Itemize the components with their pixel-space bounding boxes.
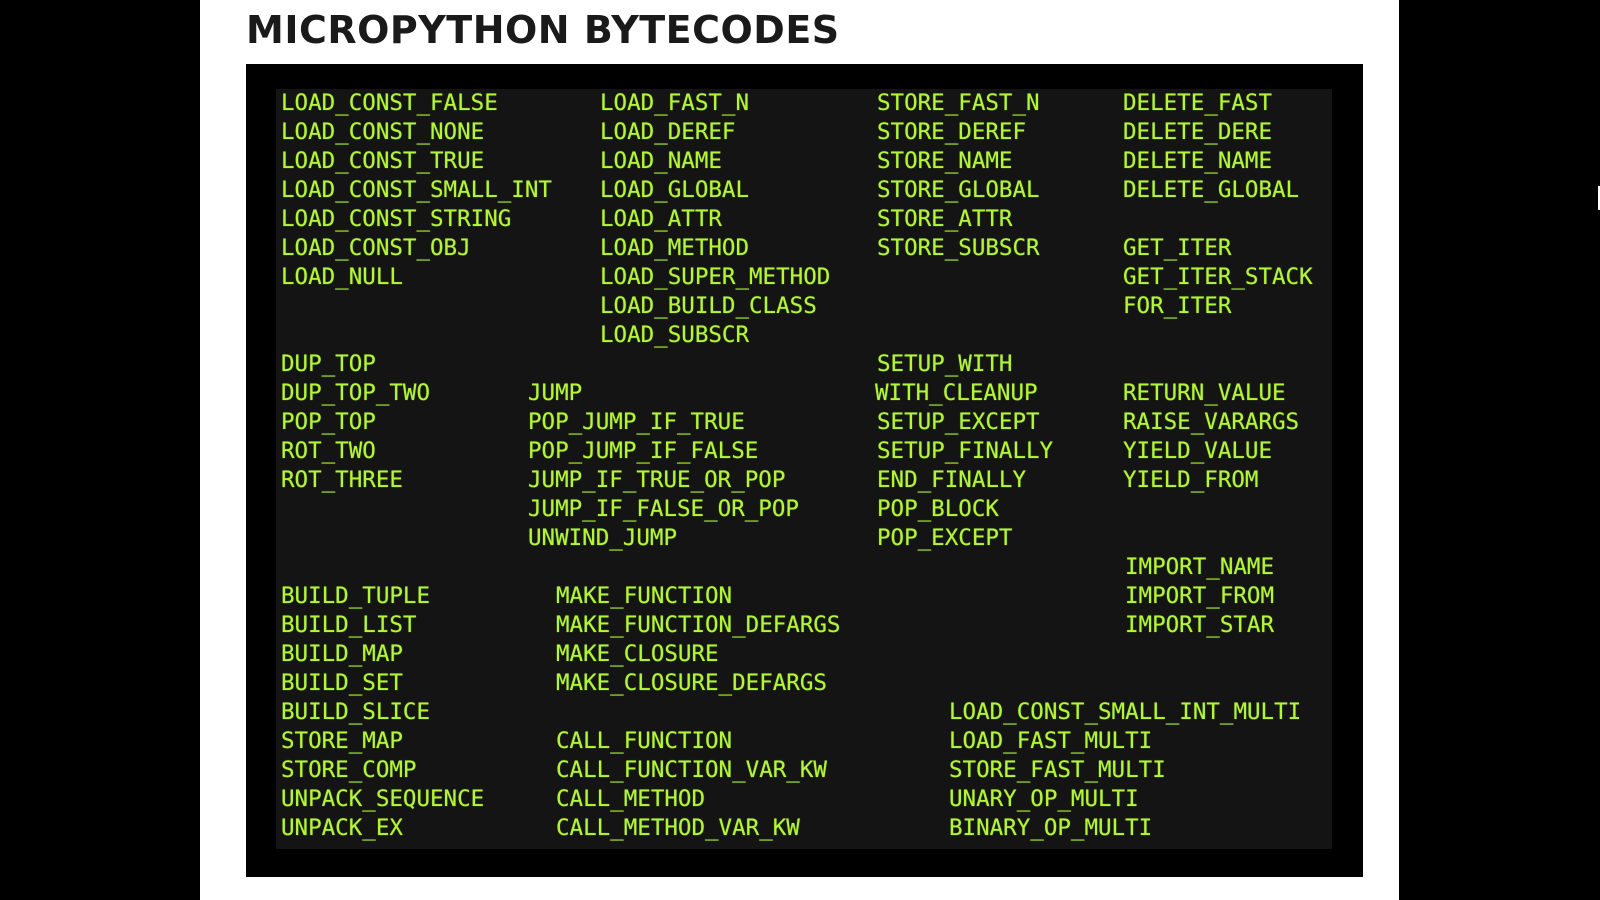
opcode-load-const-obj: LOAD_CONST_OBJ <box>281 235 471 261</box>
opcode-yield-from: YIELD_FROM <box>1123 467 1259 493</box>
opcode-dup-top: DUP_TOP <box>281 351 376 377</box>
opcode-import-name: IMPORT_NAME <box>1125 554 1275 580</box>
opcode-make-closure-defargs: MAKE_CLOSURE_DEFARGS <box>556 670 827 696</box>
opcode-setup-finally: SETUP_FINALLY <box>877 438 1054 464</box>
terminal-frame: LOAD_CONST_FALSE LOAD_CONST_NONE LOAD_CO… <box>246 64 1363 877</box>
opcode-make-function-defargs: MAKE_FUNCTION_DEFARGS <box>556 612 841 638</box>
opcode-build-tuple: BUILD_TUPLE <box>281 583 431 609</box>
opcode-jump: JUMP <box>528 380 583 406</box>
opcode-pop-except: POP_EXCEPT <box>877 525 1013 551</box>
opcode-store-comp: STORE_COMP <box>281 757 417 783</box>
opcode-setup-with: SETUP_WITH <box>877 351 1013 377</box>
opcode-load-method: LOAD_METHOD <box>600 235 750 261</box>
opcode-delete-global: DELETE_GLOBAL <box>1123 177 1300 203</box>
opcode-end-finally: END_FINALLY <box>877 467 1027 493</box>
opcode-load-super-method: LOAD_SUPER_METHOD <box>600 264 831 290</box>
opcode-store-global: STORE_GLOBAL <box>877 177 1040 203</box>
opcode-yield-value: YIELD_VALUE <box>1123 438 1273 464</box>
slide: MICROPYTHON BYTECODES LOAD_CONST_FALSE L… <box>200 0 1399 900</box>
opcode-load-fast-multi: LOAD_FAST_MULTI <box>949 728 1153 754</box>
opcode-rot-two: ROT_TWO <box>281 438 376 464</box>
opcode-load-build-class: LOAD_BUILD_CLASS <box>600 293 817 319</box>
opcode-import-from: IMPORT_FROM <box>1125 583 1275 609</box>
opcode-store-map: STORE_MAP <box>281 728 403 754</box>
opcode-with-cleanup: WITH_CLEANUP <box>875 380 1038 406</box>
opcode-load-null: LOAD_NULL <box>281 264 403 290</box>
opcode-store-attr: STORE_ATTR <box>877 206 1013 232</box>
opcode-screen: LOAD_CONST_FALSE LOAD_CONST_NONE LOAD_CO… <box>276 89 1332 849</box>
opcode-dup-top-two: DUP_TOP_TWO <box>281 380 431 406</box>
opcode-pop-block: POP_BLOCK <box>877 496 999 522</box>
opcode-store-name: STORE_NAME <box>877 148 1013 174</box>
opcode-load-global: LOAD_GLOBAL <box>600 177 750 203</box>
opcode-pop-jump-if-false: POP_JUMP_IF_FALSE <box>528 438 759 464</box>
opcode-pop-top: POP_TOP <box>281 409 376 435</box>
opcode-get-iter: GET_ITER <box>1123 235 1232 261</box>
opcode-store-subscr: STORE_SUBSCR <box>877 235 1040 261</box>
opcode-load-const-false: LOAD_CONST_FALSE <box>281 90 498 116</box>
opcode-make-closure: MAKE_CLOSURE <box>556 641 719 667</box>
opcode-delete-name: DELETE_NAME <box>1123 148 1273 174</box>
opcode-load-const-small-int-multi: LOAD_CONST_SMALL_INT_MULTI <box>949 699 1302 725</box>
opcode-make-function: MAKE_FUNCTION <box>556 583 733 609</box>
opcode-load-attr: LOAD_ATTR <box>600 206 722 232</box>
opcode-unpack-sequence: UNPACK_SEQUENCE <box>281 786 485 812</box>
opcode-jump-if-true-or-pop: JUMP_IF_TRUE_OR_POP <box>528 467 786 493</box>
opcode-unpack-ex: UNPACK_EX <box>281 815 403 841</box>
opcode-build-map: BUILD_MAP <box>281 641 403 667</box>
opcode-load-const-true: LOAD_CONST_TRUE <box>281 148 485 174</box>
opcode-import-star: IMPORT_STAR <box>1125 612 1275 638</box>
opcode-jump-if-false-or-pop: JUMP_IF_FALSE_OR_POP <box>528 496 799 522</box>
opcode-unwind-jump: UNWIND_JUMP <box>528 525 678 551</box>
opcode-load-deref: LOAD_DEREF <box>600 119 736 145</box>
opcode-unary-op-multi: UNARY_OP_MULTI <box>949 786 1139 812</box>
opcode-load-const-none: LOAD_CONST_NONE <box>281 119 485 145</box>
opcode-load-fast-n: LOAD_FAST_N <box>600 90 750 116</box>
opcode-pop-jump-if-true: POP_JUMP_IF_TRUE <box>528 409 745 435</box>
opcode-call-function-var-kw: CALL_FUNCTION_VAR_KW <box>556 757 827 783</box>
opcode-build-slice: BUILD_SLICE <box>281 699 431 725</box>
opcode-delete-fast: DELETE_FAST <box>1123 90 1273 116</box>
opcode-build-list: BUILD_LIST <box>281 612 417 638</box>
opcode-binary-op-multi: BINARY_OP_MULTI <box>949 815 1153 841</box>
opcode-load-const-string: LOAD_CONST_STRING <box>281 206 512 232</box>
opcode-raise-varargs: RAISE_VARARGS <box>1123 409 1300 435</box>
opcode-store-fast-n: STORE_FAST_N <box>877 90 1040 116</box>
opcode-return-value: RETURN_VALUE <box>1123 380 1286 406</box>
opcode-get-iter-stack: GET_ITER_STACK <box>1123 264 1313 290</box>
opcode-for-iter: FOR_ITER <box>1123 293 1232 319</box>
opcode-call-method: CALL_METHOD <box>556 786 706 812</box>
opcode-setup-except: SETUP_EXCEPT <box>877 409 1040 435</box>
opcode-load-const-small-int: LOAD_CONST_SMALL_INT <box>281 177 552 203</box>
slide-title: MICROPYTHON BYTECODES <box>246 8 840 52</box>
opcode-load-name: LOAD_NAME <box>600 148 722 174</box>
opcode-store-deref: STORE_DEREF <box>877 119 1027 145</box>
opcode-store-fast-multi: STORE_FAST_MULTI <box>949 757 1166 783</box>
opcode-build-set: BUILD_SET <box>281 670 403 696</box>
opcode-call-method-var-kw: CALL_METHOD_VAR_KW <box>556 815 800 841</box>
opcode-delete-dere: DELETE_DERE <box>1123 119 1273 145</box>
opcode-rot-three: ROT_THREE <box>281 467 403 493</box>
opcode-load-subscr: LOAD_SUBSCR <box>600 322 750 348</box>
opcode-call-function: CALL_FUNCTION <box>556 728 733 754</box>
